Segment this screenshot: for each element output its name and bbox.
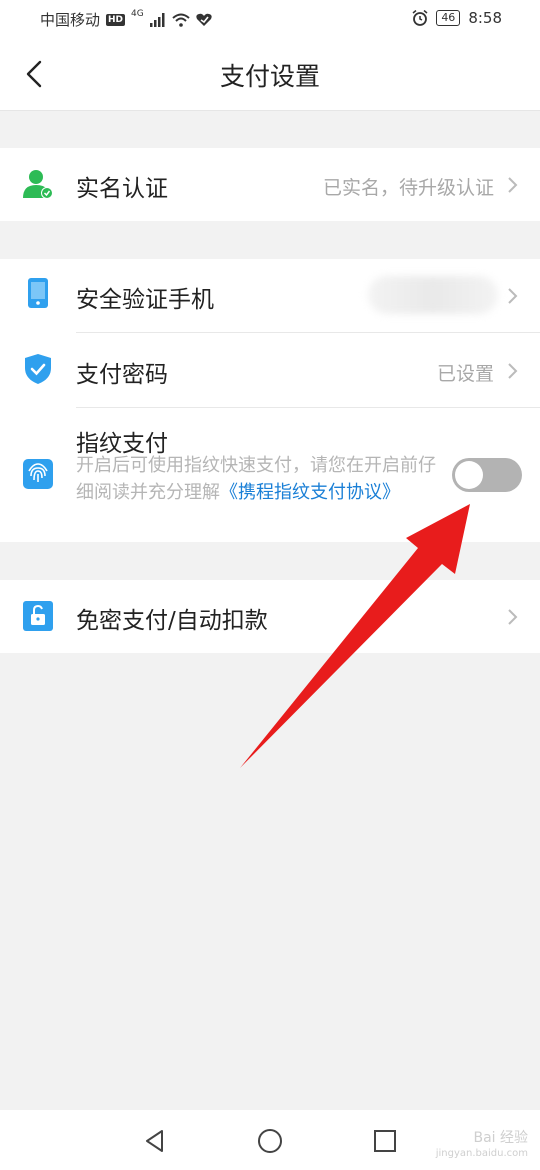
nav-home-icon[interactable] bbox=[257, 1128, 283, 1154]
navigation-header: 支付设置 bbox=[0, 38, 540, 111]
payment-password-label: 支付密码 bbox=[76, 362, 168, 388]
fingerprint-description: 开启后可使用指纹快速支付，请您在开启前仔细阅读并充分理解《携程指纹支付协议》 bbox=[76, 452, 446, 506]
fingerprint-agreement-link[interactable]: 《携程指纹支付协议》 bbox=[220, 482, 400, 503]
system-navigation-bar: Bai 经验 jingyan.baidu.com bbox=[0, 1110, 540, 1170]
real-name-label: 实名认证 bbox=[76, 176, 168, 202]
fingerprint-payment-toggle[interactable] bbox=[452, 458, 522, 492]
status-bar: 中国移动 HD 4G 46 8:58 bbox=[0, 0, 540, 38]
fingerprint-icon bbox=[23, 459, 53, 489]
baidu-watermark: Bai 经验 jingyan.baidu.com bbox=[436, 1130, 528, 1162]
heart-signal-icon bbox=[196, 13, 212, 26]
verified-user-icon bbox=[23, 170, 53, 199]
watermark-url: jingyan.baidu.com bbox=[435, 1148, 528, 1159]
network-type: 4G bbox=[131, 8, 144, 19]
nav-back-icon[interactable] bbox=[142, 1128, 168, 1154]
toggle-knob bbox=[455, 461, 483, 489]
page-title: 支付设置 bbox=[219, 62, 320, 91]
nav-recents-icon[interactable] bbox=[372, 1128, 398, 1154]
battery-icon: 46 bbox=[436, 10, 461, 26]
status-right: 46 8:58 bbox=[412, 9, 502, 27]
phone-icon bbox=[28, 278, 48, 308]
settings-group-identity: 实名认证 已实名，待升级认证 bbox=[0, 148, 540, 221]
alarm-icon bbox=[412, 10, 428, 26]
clock: 8:58 bbox=[468, 9, 502, 27]
phone-number-masked bbox=[368, 276, 498, 314]
payment-password-status: 已设置 bbox=[436, 363, 494, 385]
row-payment-password[interactable]: 支付密码 已设置 bbox=[0, 333, 540, 407]
unlock-icon bbox=[23, 601, 53, 631]
row-real-name-verification[interactable]: 实名认证 已实名，待升级认证 bbox=[0, 148, 540, 221]
wifi-icon bbox=[172, 13, 190, 27]
security-phone-label: 安全验证手机 bbox=[76, 287, 214, 313]
settings-group-autopay: 免密支付/自动扣款 bbox=[0, 580, 540, 653]
chevron-right-icon bbox=[508, 609, 518, 625]
hd-icon: HD bbox=[106, 13, 126, 26]
chevron-right-icon bbox=[508, 288, 518, 304]
chevron-right-icon bbox=[508, 363, 518, 379]
watermark-brand: Bai bbox=[473, 1130, 496, 1146]
row-password-free-payment[interactable]: 免密支付/自动扣款 bbox=[0, 580, 540, 653]
chevron-right-icon bbox=[508, 177, 518, 193]
signal-icon bbox=[149, 12, 165, 27]
carrier-name: 中国移动 bbox=[40, 11, 101, 29]
watermark-title: 经验 bbox=[500, 1130, 528, 1146]
carrier-group: 中国移动 HD 4G bbox=[40, 9, 212, 30]
real-name-status: 已实名，待升级认证 bbox=[322, 177, 494, 199]
shield-check-icon bbox=[25, 354, 51, 384]
password-free-payment-label: 免密支付/自动扣款 bbox=[76, 608, 268, 634]
